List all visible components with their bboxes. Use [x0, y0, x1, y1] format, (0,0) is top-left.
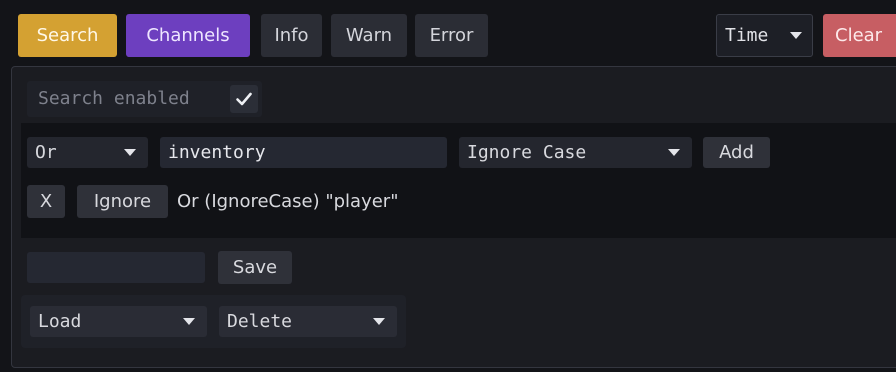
preset-name-input[interactable] [27, 252, 205, 283]
save-preset-button[interactable]: Save [218, 251, 292, 284]
error-filter-button[interactable]: Error [415, 14, 488, 57]
error-label: Error [429, 25, 474, 46]
case-mode-select[interactable]: Ignore Case [459, 137, 692, 168]
remove-filter-label: X [39, 191, 53, 212]
filter-row: X Ignore Or (IgnoreCase) "player" [27, 185, 447, 218]
filter-mode-label: Ignore [93, 191, 152, 212]
logic-operator-value: Or [35, 142, 57, 163]
time-select[interactable]: Time [716, 14, 813, 57]
channels-tab[interactable]: Channels [126, 14, 250, 57]
checkmark-icon [236, 92, 252, 106]
chevron-down-icon [124, 149, 136, 156]
filter-description: Or (IgnoreCase) "player" [177, 191, 399, 212]
load-preset-select[interactable]: Load [30, 306, 207, 337]
delete-preset-select[interactable]: Delete [219, 306, 397, 337]
info-filter-button[interactable]: Info [261, 14, 322, 57]
chevron-down-icon [668, 149, 680, 156]
remove-filter-button[interactable]: X [27, 185, 65, 218]
chevron-down-icon [790, 32, 802, 39]
add-filter-button[interactable]: Add [703, 137, 770, 168]
case-mode-value: Ignore Case [467, 142, 587, 163]
filter-text-input[interactable]: inventory [160, 137, 447, 168]
filter-text-value: inventory [168, 142, 266, 163]
search-tab[interactable]: Search [18, 14, 117, 57]
chevron-down-icon [183, 318, 195, 325]
channels-tab-label: Channels [146, 25, 230, 46]
search-tab-label: Search [36, 25, 99, 46]
clear-button[interactable]: Clear [823, 14, 896, 57]
chevron-down-icon [373, 318, 385, 325]
time-select-value: Time [725, 25, 769, 46]
load-preset-value: Load [38, 311, 82, 332]
add-filter-label: Add [719, 142, 754, 163]
clear-button-label: Clear [835, 25, 883, 46]
warn-label: Warn [345, 25, 393, 46]
filter-mode-button[interactable]: Ignore [77, 185, 168, 218]
save-preset-label: Save [232, 257, 278, 278]
search-enabled-label: Search enabled [38, 88, 190, 109]
delete-preset-value: Delete [227, 311, 293, 332]
logic-operator-select[interactable]: Or [27, 137, 148, 168]
info-label: Info [274, 25, 309, 46]
warn-filter-button[interactable]: Warn [331, 14, 407, 57]
search-enabled-checkbox[interactable] [230, 85, 258, 113]
